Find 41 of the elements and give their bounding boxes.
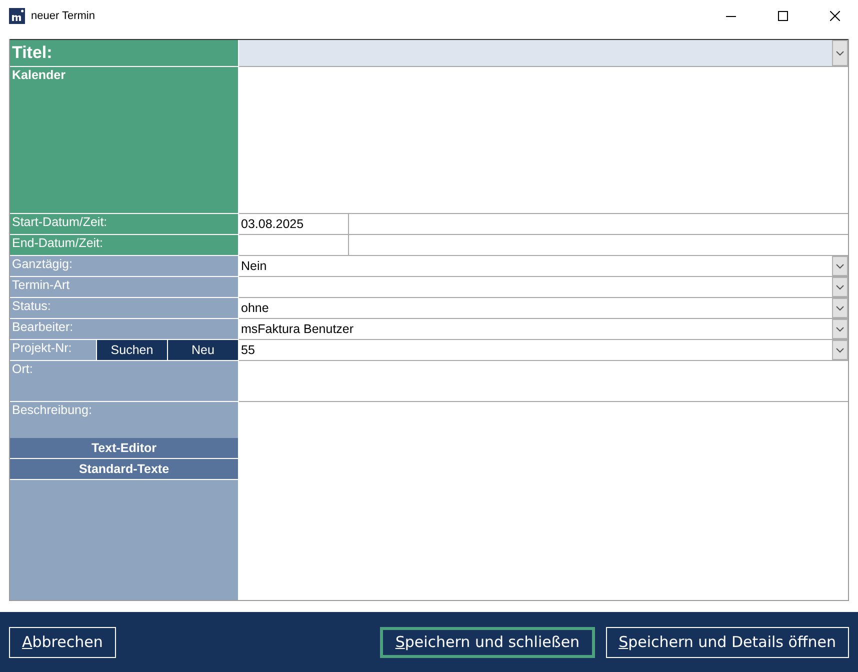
chevron-down-icon [836,50,844,56]
dropdown-field[interactable]: ohne [239,298,848,319]
chevron-down-icon [836,306,844,310]
side-button[interactable]: Text-Editor [10,438,238,459]
dropdown-button[interactable] [832,298,848,318]
chevron-down-icon [836,348,844,352]
dropdown-button[interactable] [832,340,848,360]
field-label: Ganztägig: [10,256,239,277]
title-combobox[interactable] [239,40,848,67]
window-title: neuer Termin [31,10,96,22]
maximize-icon [778,11,788,21]
action-button[interactable]: Neu [167,340,238,360]
dropdown-button[interactable] [832,256,848,276]
field-label: Titel: [10,40,239,67]
dropdown-button[interactable] [832,40,848,66]
dropdown-field[interactable]: Nein [239,256,848,277]
chevron-down-icon [836,284,844,290]
field-label: Status: [10,298,239,319]
chevron-down-icon [836,264,844,268]
field-label: Beschreibung: [11,402,93,419]
dropdown-button[interactable] [832,319,848,339]
chevron-down-icon [836,326,844,332]
side-button[interactable]: Standard-Texte [10,459,238,480]
field-label: End-Datum/Zeit: [10,235,239,256]
field-label: Projekt-Nr: [11,340,73,357]
close-icon [830,11,840,21]
field-label: Bearbeiter: [10,319,239,340]
field-label: Start-Datum/Zeit: [10,214,239,235]
field-label: Ort: [10,361,239,402]
date-field[interactable]: 03.08.2025 [239,214,349,234]
footer-button[interactable]: Abbrechen [9,626,116,658]
dropdown-field[interactable]: 55 [239,340,848,361]
action-button[interactable]: Suchen [96,340,167,360]
dropdown-field[interactable]: msFaktura Benutzer [239,319,848,340]
app-logo-icon [9,8,25,24]
footer-button[interactable]: Speichern und schließen [380,626,595,658]
field-label: Termin-Art [10,277,239,298]
footer-button[interactable]: Speichern und Details öffnen [606,626,849,658]
dropdown-field[interactable] [239,277,848,298]
field-label: Kalender [10,67,239,214]
dropdown-button[interactable] [832,277,848,297]
